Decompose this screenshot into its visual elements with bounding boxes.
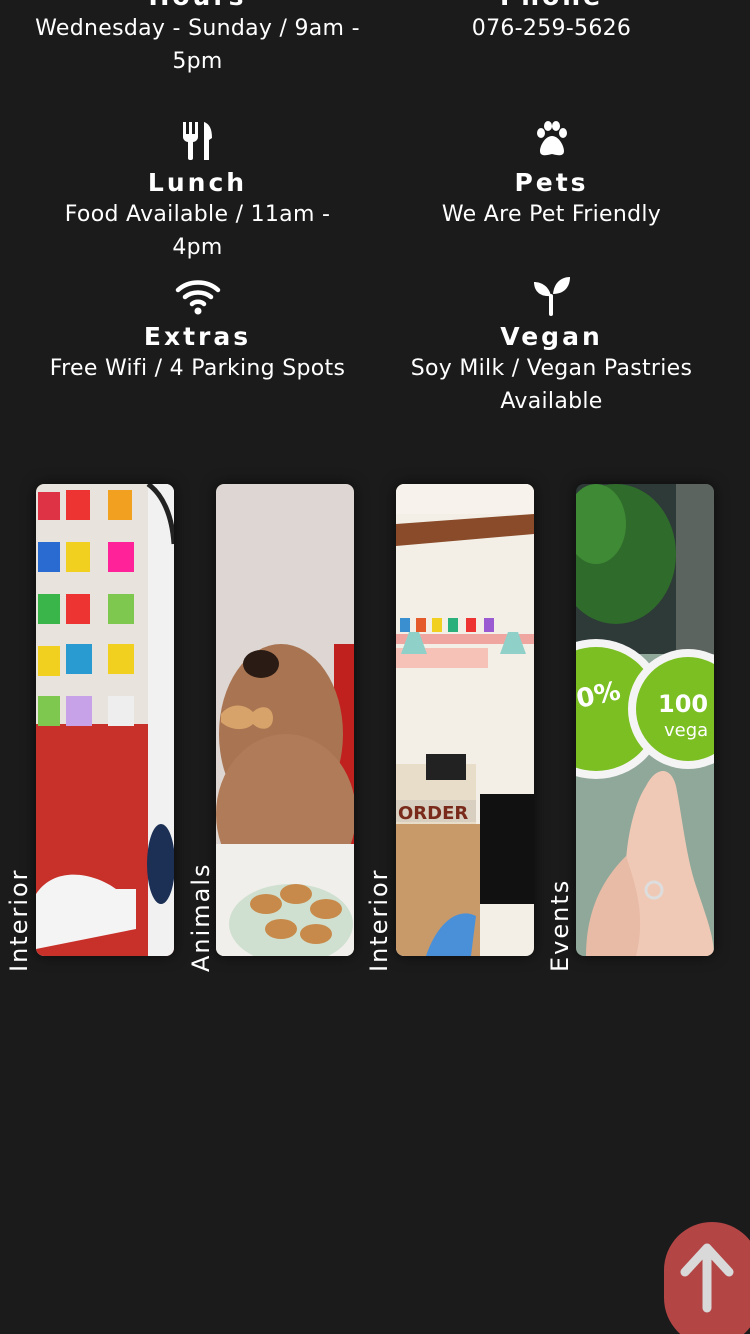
page: Hours Wednesday - Sunday / 9am - 5pm Pho… [0, 0, 750, 1334]
wifi-icon [175, 280, 220, 315]
gallery-image-events[interactable]: 0% 100 vega [576, 484, 714, 956]
info-lunch-text: Food Available / 11am - 4pm [64, 202, 331, 260]
info-extras-title: Extras [143, 322, 252, 351]
arrow-up-icon [680, 1243, 734, 1313]
info-vegan-text: Soy Milk / Vegan Pastries Available [410, 356, 693, 414]
info-pets-text: We Are Pet Friendly [441, 202, 662, 227]
info-extras-text: Free Wifi / 4 Parking Spots [49, 356, 346, 381]
svg-text:ORDER: ORDER [398, 803, 468, 824]
scroll-top-button[interactable] [664, 1222, 750, 1334]
info-phone-text[interactable]: 076-259-5626 [364, 12, 739, 45]
info-lunch-title: Lunch [147, 168, 248, 197]
info-hours: Hours Wednesday - Sunday / 9am - 5pm [10, 0, 385, 78]
info-pets-title: Pets [514, 168, 589, 197]
gallery-label-animals: Animals [187, 862, 215, 972]
gallery-image-animals[interactable] [216, 484, 354, 956]
sprout-icon [533, 277, 570, 316]
cutlery-icon [182, 122, 212, 160]
gallery-label-interior-1: Interior [5, 868, 33, 972]
info-vegan: Vegan Soy Milk / Vegan Pastries Availabl… [364, 274, 739, 418]
info-vegan-title: Vegan [500, 322, 603, 351]
info-hours-title: Hours [10, 0, 385, 12]
info-extras: Extras Free Wifi / 4 Parking Spots [10, 274, 385, 385]
svg-text:vega: vega [664, 720, 708, 741]
info-lunch: Lunch Food Available / 11am - 4pm [10, 120, 385, 264]
gallery-image-interior-1[interactable] [36, 484, 174, 956]
info-pets: Pets We Are Pet Friendly [364, 120, 739, 231]
info-hours-text: Wednesday - Sunday / 9am - 5pm [35, 16, 360, 74]
info-phone-title: Phone [364, 0, 739, 12]
info-phone: Phone 076-259-5626 [364, 0, 739, 45]
gallery-label-events: Events [546, 878, 574, 972]
gallery-label-interior-2: Interior [365, 868, 393, 972]
paw-icon [536, 121, 567, 156]
gallery-image-interior-2[interactable]: ORDER [396, 484, 534, 956]
svg-text:100: 100 [658, 690, 708, 718]
